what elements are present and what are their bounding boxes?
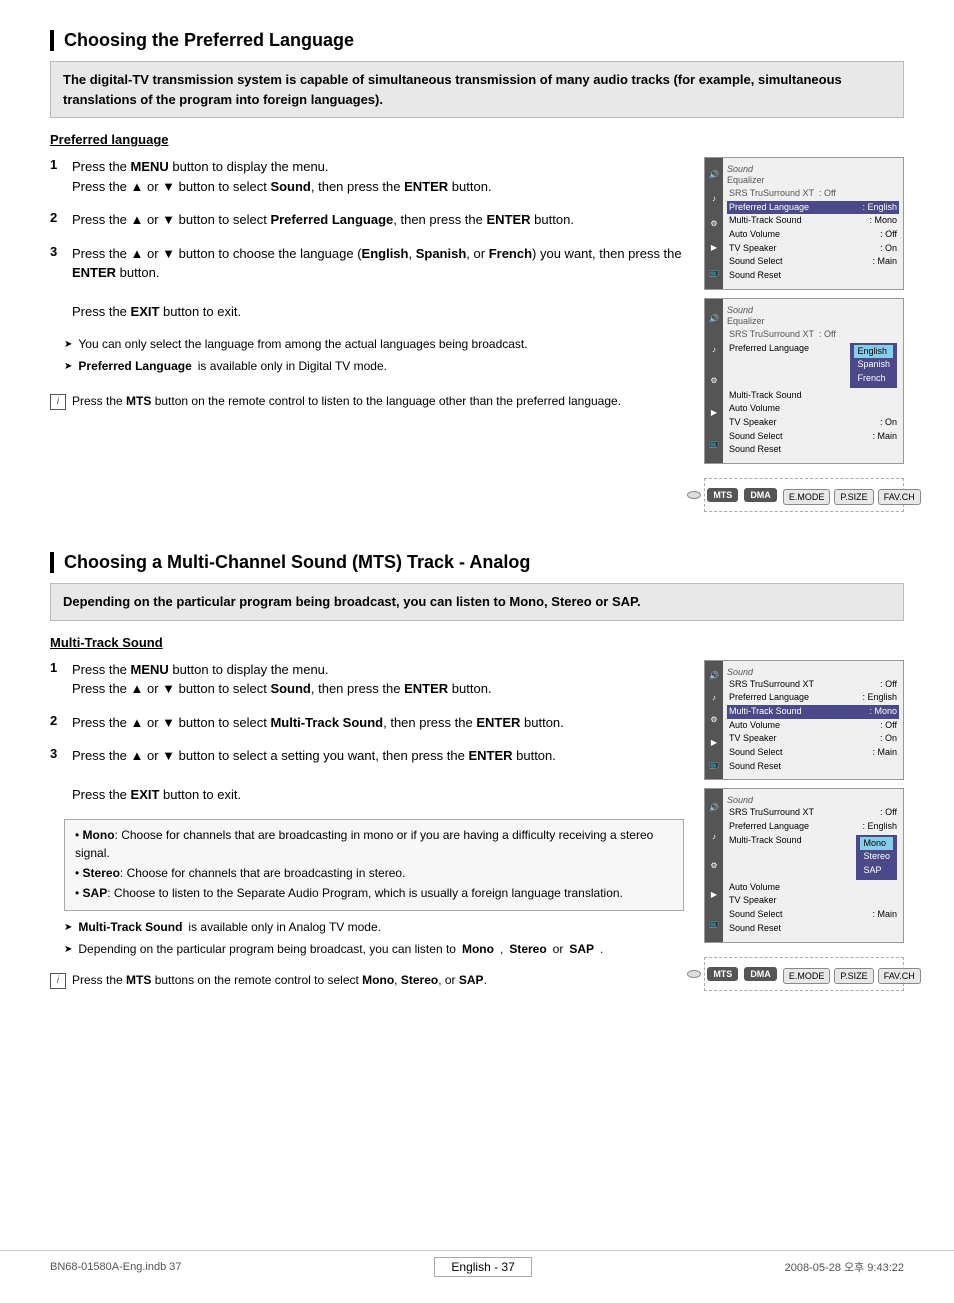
- section1-title: Choosing the Preferred Language: [64, 30, 354, 50]
- tv-sidebar-4: 🔊 ♪ ⚙ ▶ 📺: [705, 789, 723, 941]
- remote-emode-btn-2: E.MODE: [783, 968, 831, 984]
- section2-intro-text: Depending on the particular program bein…: [63, 594, 641, 609]
- section1-steps-col: 1 Press the MENU button to display the m…: [50, 157, 684, 512]
- section2-step2: 2 Press the ▲ or ▼ button to select Mult…: [50, 713, 684, 733]
- section1-steps-screens: 1 Press the MENU button to display the m…: [50, 157, 904, 512]
- section2-screen1: 🔊 ♪ ⚙ ▶ 📺 Sound SRS TruSurround XT: Off …: [704, 660, 904, 781]
- remote-mts-btn-2: MTS: [707, 967, 738, 981]
- section1-step2: 2 Press the ▲ or ▼ button to select Pref…: [50, 210, 684, 230]
- section2-arrow-note2: Depending on the particular program bein…: [64, 941, 684, 958]
- tv-icon-tv: 📺: [709, 268, 719, 277]
- section1-mts-note: i Press the MTS button on the remote con…: [50, 393, 684, 410]
- section2-steps-screens: 1 Press the MENU button to display the m…: [50, 660, 904, 998]
- tv-icon-settings: ⚙: [710, 219, 717, 228]
- section1-screens-col: 🔊 ♪ ⚙ ▶ 📺 Sound Equalizer SRS TruSurroun…: [704, 157, 904, 512]
- section2-intro: Depending on the particular program bein…: [50, 583, 904, 621]
- section1-step1: 1 Press the MENU button to display the m…: [50, 157, 684, 196]
- section1-intro-text: The digital-TV transmission system is ca…: [63, 72, 842, 107]
- remote-psize-btn: P.SIZE: [834, 489, 873, 505]
- remote-dma-btn-2: DMA: [744, 967, 777, 981]
- tv-sidebar-3: 🔊 ♪ ⚙ ▶ 📺: [705, 661, 723, 780]
- section2-step3: 3 Press the ▲ or ▼ button to select a se…: [50, 746, 684, 805]
- section2-remote: MTS DMA E.MODE P.SIZE FAV.CH: [704, 957, 904, 991]
- section1-screen2: 🔊 ♪ ⚙ ▶ 📺 Sound Equalizer SRS TruSurroun…: [704, 298, 904, 464]
- remote-emode-btn: E.MODE: [783, 489, 831, 505]
- section2-mts-note: i Press the MTS buttons on the remote co…: [50, 972, 684, 989]
- tv-icon-speaker: 🔊: [709, 170, 719, 179]
- tv-icon-img: ▶: [711, 243, 717, 252]
- section1-step3: 3 Press the ▲ or ▼ button to choose the …: [50, 244, 684, 322]
- section1: Choosing the Preferred Language The digi…: [50, 30, 904, 512]
- tv-sidebar-2: 🔊 ♪ ⚙ ▶ 📺: [705, 299, 723, 463]
- language-dropdown: English Spanish French: [850, 343, 897, 388]
- mts-dropdown: Mono Stereo SAP: [856, 835, 897, 880]
- section2-title: Choosing a Multi-Channel Sound (MTS) Tra…: [64, 552, 530, 572]
- section2-steps-col: 1 Press the MENU button to display the m…: [50, 660, 684, 998]
- remote-psize-btn-2: P.SIZE: [834, 968, 873, 984]
- remote-mts-btn: MTS: [707, 488, 738, 502]
- tv-menu-content-2: Sound Equalizer SRS TruSurround XT : Off…: [723, 303, 903, 459]
- tv-sidebar-1: 🔊 ♪ ⚙ ▶ 📺: [705, 158, 723, 289]
- section1-arrow-note1: You can only select the language from am…: [64, 336, 684, 353]
- remote-dma-btn: DMA: [744, 488, 777, 502]
- tv-menu-content-4: Sound SRS TruSurround XT: Off Preferred …: [723, 793, 903, 937]
- section1-subsection: Preferred language: [50, 132, 904, 147]
- remote-favch-btn: FAV.CH: [878, 489, 921, 505]
- section1-screen1: 🔊 ♪ ⚙ ▶ 📺 Sound Equalizer SRS TruSurroun…: [704, 157, 904, 290]
- remote-oval-btn-2: [687, 970, 701, 978]
- section2: Choosing a Multi-Channel Sound (MTS) Tra…: [50, 552, 904, 997]
- remote-oval-btn: [687, 491, 701, 499]
- footer-right: 2008-05-28 오후 9:43:22: [785, 1259, 904, 1275]
- section1-remote: MTS DMA E.MODE P.SIZE FAV.CH: [704, 478, 904, 512]
- footer-left: BN68-01580A-Eng.indb 37: [50, 1261, 181, 1273]
- section2-subsection: Multi-Track Sound: [50, 635, 904, 650]
- tv-menu-content-3: Sound SRS TruSurround XT: Off Preferred …: [723, 665, 903, 776]
- note-icon: i: [50, 394, 66, 410]
- section1-title-bar: Choosing the Preferred Language: [50, 30, 904, 51]
- section2-step1: 1 Press the MENU button to display the m…: [50, 660, 684, 699]
- page-footer: BN68-01580A-Eng.indb 37 English - 37 200…: [0, 1250, 954, 1283]
- remote-favch-btn-2: FAV.CH: [878, 968, 921, 984]
- note-icon-2: i: [50, 973, 66, 989]
- section2-screen2: 🔊 ♪ ⚙ ▶ 📺 Sound SRS TruSurround XT: Off …: [704, 788, 904, 942]
- page-number: English - 37: [434, 1257, 531, 1277]
- section1-intro: The digital-TV transmission system is ca…: [50, 61, 904, 118]
- section2-arrow-note1: Multi-Track Sound is available only in A…: [64, 919, 684, 936]
- tv-icon-music: ♪: [712, 194, 716, 203]
- section2-screens-col: 🔊 ♪ ⚙ ▶ 📺 Sound SRS TruSurround XT: Off …: [704, 660, 904, 998]
- section1-arrow-note2: Preferred Language is available only in …: [64, 358, 684, 375]
- tv-menu-content-1: Sound Equalizer SRS TruSurround XT : Off…: [723, 162, 903, 285]
- section2-title-bar: Choosing a Multi-Channel Sound (MTS) Tra…: [50, 552, 904, 573]
- section2-bullet-box: Mono: Choose for channels that are broad…: [64, 819, 684, 911]
